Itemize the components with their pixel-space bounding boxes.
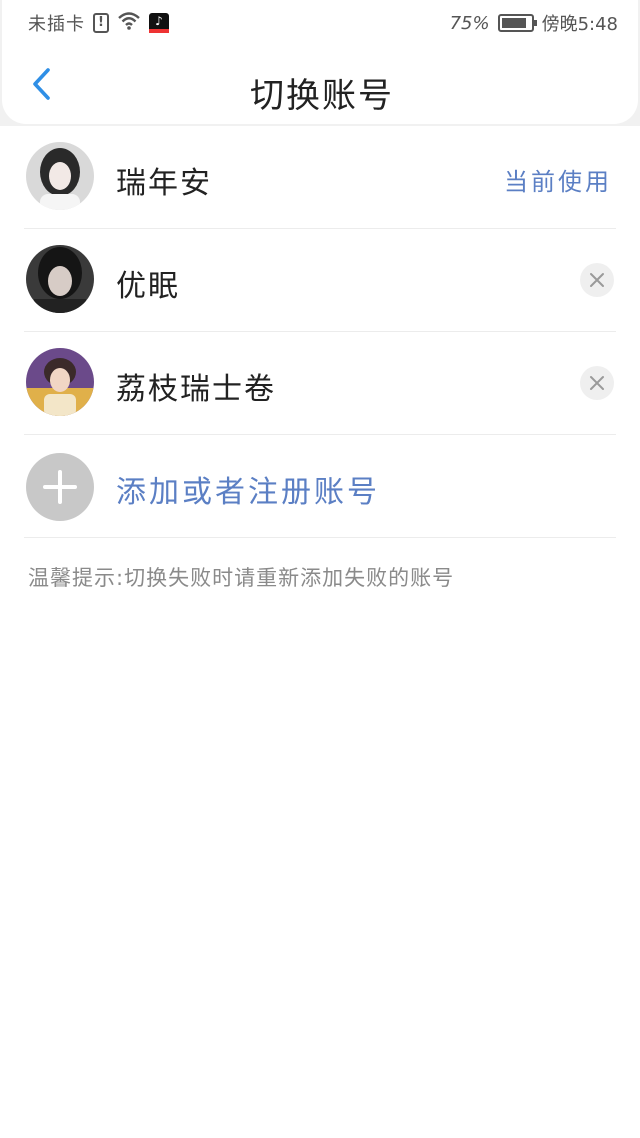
account-name: 荔枝瑞士卷 (116, 372, 276, 407)
avatar (26, 142, 94, 210)
wifi-icon (117, 11, 141, 36)
battery-percent: 75% (449, 12, 490, 34)
account-name: 优眠 (116, 269, 180, 304)
account-list: 瑞年安 当前使用 优眠 荔枝瑞士卷 添加或者注册账号 (0, 126, 640, 538)
sim-status: 未插卡 (28, 14, 85, 35)
tiktok-icon: ♪ (149, 13, 169, 33)
remove-account-button[interactable] (580, 263, 614, 297)
account-row[interactable]: 优眠 (0, 229, 640, 332)
account-name: 瑞年安 (116, 166, 212, 201)
plus-icon (43, 470, 77, 504)
add-circle (26, 453, 94, 521)
avatar (26, 245, 94, 313)
battery-icon (497, 14, 537, 32)
tip-text: 温馨提示:切换失败时请重新添加失败的账号 (28, 566, 455, 590)
account-row[interactable]: 荔枝瑞士卷 (0, 332, 640, 435)
add-account-label: 添加或者注册账号 (116, 475, 380, 510)
add-account-button[interactable]: 添加或者注册账号 (0, 435, 640, 538)
close-icon (590, 376, 604, 390)
status-bar: 未插卡 ! ♪ 75% 傍晚5:48 (2, 0, 640, 44)
nav-bar: 切换账号 (2, 44, 640, 124)
page-title: 切换账号 (250, 76, 394, 116)
avatar (26, 348, 94, 416)
account-row[interactable]: 瑞年安 当前使用 (0, 126, 640, 229)
close-icon (590, 273, 604, 287)
divider (24, 537, 616, 538)
status-left: 未插卡 ! ♪ (28, 10, 169, 36)
header-area: 未插卡 ! ♪ 75% 傍晚5:48 切换账号 (0, 0, 640, 126)
header-card: 未插卡 ! ♪ 75% 傍晚5:48 切换账号 (2, 0, 638, 124)
current-use-label: 当前使用 (504, 168, 612, 196)
clock: 傍晚5:48 (541, 14, 618, 35)
remove-account-button[interactable] (580, 366, 614, 400)
status-right: 75% 傍晚5:48 (450, 10, 618, 36)
alert-icon: ! (93, 13, 109, 33)
